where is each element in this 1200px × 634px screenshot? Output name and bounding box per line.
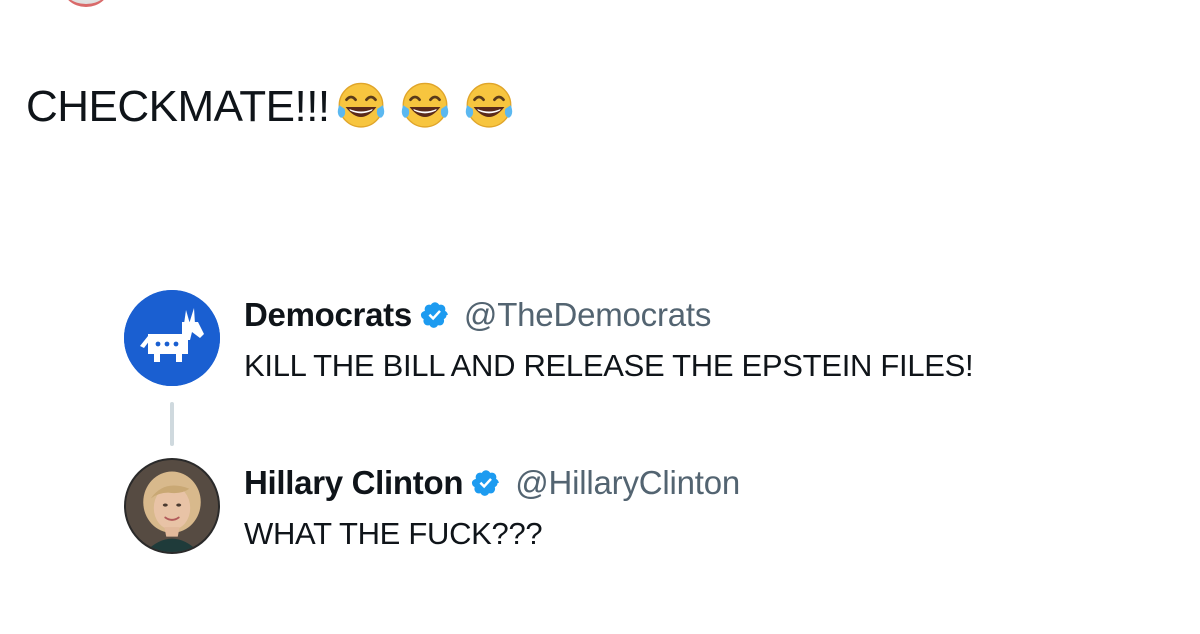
user-handle[interactable]: @HillaryClinton: [515, 464, 740, 502]
emoji-row: [332, 78, 518, 136]
face-with-tears-of-joy-icon: [465, 82, 512, 128]
quoted-post-democrats[interactable]: Democrats @TheDemocrats KILL THE BILL AN…: [124, 290, 1124, 386]
verified-badge-icon[interactable]: [420, 300, 450, 330]
display-name[interactable]: Democrats: [244, 296, 412, 334]
display-name[interactable]: Hillary Clinton: [244, 464, 463, 502]
quoted-post-text: KILL THE BILL AND RELEASE THE EPSTEIN FI…: [244, 348, 974, 383]
post-text-content: CHECKMATE!!!: [26, 82, 330, 131]
quoted-post-header: Democrats @TheDemocrats: [244, 294, 1124, 336]
user-handle[interactable]: @TheDemocrats: [464, 296, 712, 334]
verified-badge-icon[interactable]: [471, 468, 501, 498]
thread-connector-line: [170, 402, 174, 446]
quoted-post-header: Hillary Clinton @HillaryClinton: [244, 462, 1124, 504]
avatar[interactable]: [124, 458, 220, 554]
profile-photo: [126, 460, 218, 552]
face-with-tears-of-joy-icon: [337, 82, 384, 128]
cropped-avatar[interactable]: [62, 0, 110, 7]
avatar[interactable]: [124, 290, 220, 386]
quoted-post-body: Hillary Clinton @HillaryClinton WHAT THE…: [244, 462, 1124, 554]
quoted-post-text: WHAT THE FUCK???: [244, 516, 543, 551]
post-text: CHECKMATE!!!: [26, 78, 518, 136]
screenshot-page: CHECKMATE!!! Democrats @TheDemocrats KIL…: [0, 0, 1200, 634]
democratic-donkey-logo-icon: [124, 290, 220, 386]
quoted-post-hillary-clinton[interactable]: Hillary Clinton @HillaryClinton WHAT THE…: [124, 458, 1124, 554]
quoted-post-body: Democrats @TheDemocrats KILL THE BILL AN…: [244, 294, 1124, 386]
face-with-tears-of-joy-icon: [401, 82, 448, 128]
